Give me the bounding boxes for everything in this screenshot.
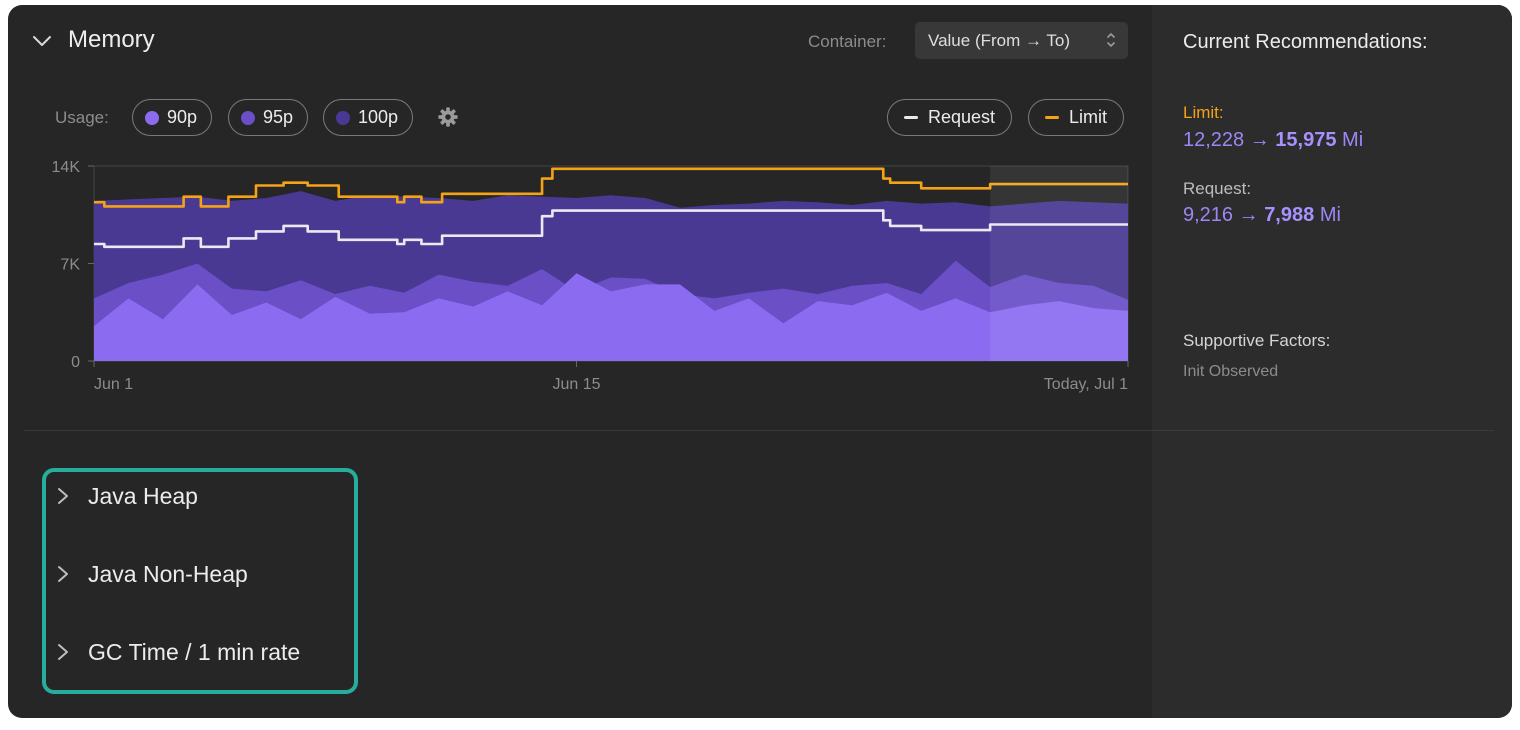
limit-from: 12,228 bbox=[1183, 129, 1245, 151]
metric-label: Java Heap bbox=[88, 482, 198, 509]
request-line-icon bbox=[904, 116, 918, 119]
memory-card: Current Recommendations: Limit: 12,228 →… bbox=[8, 5, 1512, 718]
chart-x-ticks: Jun 1 Jun 15 Today, Jul 1 bbox=[93, 361, 1129, 393]
metric-label: GC Time / 1 min rate bbox=[88, 638, 301, 665]
pill-label: 100p bbox=[358, 107, 399, 127]
usage-pill-95p[interactable]: 95p bbox=[228, 99, 309, 136]
supportive-factors-value: Init Observed bbox=[1183, 363, 1279, 380]
chart-highlight bbox=[990, 166, 1128, 361]
memory-chart: 14K 7K 0 Jun 1 Jun 15 Today, Jul 1 bbox=[52, 159, 1129, 393]
x-tick-label: Today, Jul 1 bbox=[1044, 376, 1128, 393]
y-tick-label: 7K bbox=[60, 257, 80, 274]
y-tick-label: 0 bbox=[71, 354, 80, 371]
metric-label: Java Non-Heap bbox=[88, 560, 248, 587]
gear-icon[interactable] bbox=[437, 106, 459, 128]
container-select-value: Value (From → To) bbox=[928, 30, 1071, 50]
pill-label: 90p bbox=[167, 107, 198, 127]
section-title: Memory bbox=[68, 26, 155, 53]
limit-value: 12,228 → 15,975 Mi bbox=[1183, 129, 1363, 152]
usage-pill-90p[interactable]: 90p bbox=[132, 99, 213, 136]
arrow-icon: → bbox=[1238, 204, 1259, 226]
chevron-right-icon bbox=[58, 488, 68, 504]
x-tick-label: Jun 15 bbox=[553, 376, 601, 393]
chart-y-ticks: 14K 7K 0 bbox=[52, 159, 94, 371]
legend-request-label: Request bbox=[928, 107, 996, 127]
limit-unit: Mi bbox=[1342, 129, 1364, 151]
limit-line-icon bbox=[1045, 116, 1059, 119]
metric-java-non-heap[interactable]: Java Non-Heap bbox=[56, 554, 248, 594]
container-select[interactable]: Value (From → To) bbox=[915, 22, 1128, 59]
section-divider bbox=[24, 430, 1494, 431]
recommendations-panel: Current Recommendations: Limit: 12,228 →… bbox=[1152, 5, 1512, 718]
chevron-down-icon bbox=[33, 36, 51, 46]
recent-period-highlight bbox=[990, 166, 1128, 361]
chevron-right-icon bbox=[58, 644, 68, 660]
y-tick-label: 14K bbox=[52, 159, 81, 176]
request-unit: Mi bbox=[1319, 204, 1341, 226]
legend-limit-toggle[interactable]: Limit bbox=[1028, 99, 1125, 136]
supportive-factors-label: Supportive Factors: bbox=[1183, 331, 1331, 350]
legend-limit-label: Limit bbox=[1069, 107, 1108, 127]
arrow-icon: → bbox=[1249, 129, 1270, 151]
dot-icon bbox=[336, 110, 350, 125]
select-arrows-icon bbox=[1107, 32, 1115, 48]
chart-series bbox=[94, 167, 1128, 361]
legend-request-toggle[interactable]: Request bbox=[887, 99, 1013, 136]
container-label: Container: bbox=[808, 32, 887, 51]
request-label: Request: bbox=[1183, 179, 1252, 198]
pill-label: 95p bbox=[263, 107, 294, 127]
metric-gc-time[interactable]: GC Time / 1 min rate bbox=[56, 632, 300, 672]
limit-to: 15,975 bbox=[1275, 129, 1337, 151]
limit-label: Limit: bbox=[1183, 103, 1224, 122]
usage-label: Usage: bbox=[55, 108, 109, 127]
request-to: 7,988 bbox=[1264, 204, 1315, 226]
dot-icon bbox=[145, 110, 159, 125]
recommendations-title: Current Recommendations: bbox=[1183, 31, 1428, 53]
chevron-right-icon bbox=[58, 566, 68, 582]
dot-icon bbox=[241, 110, 255, 125]
request-value: 9,216 → 7,988 Mi bbox=[1183, 204, 1341, 227]
usage-pill-100p[interactable]: 100p bbox=[323, 99, 414, 136]
request-from: 9,216 bbox=[1183, 204, 1234, 226]
metric-java-heap[interactable]: Java Heap bbox=[56, 476, 198, 516]
x-tick-label: Jun 1 bbox=[94, 376, 133, 393]
collapse-button[interactable] bbox=[30, 29, 54, 53]
